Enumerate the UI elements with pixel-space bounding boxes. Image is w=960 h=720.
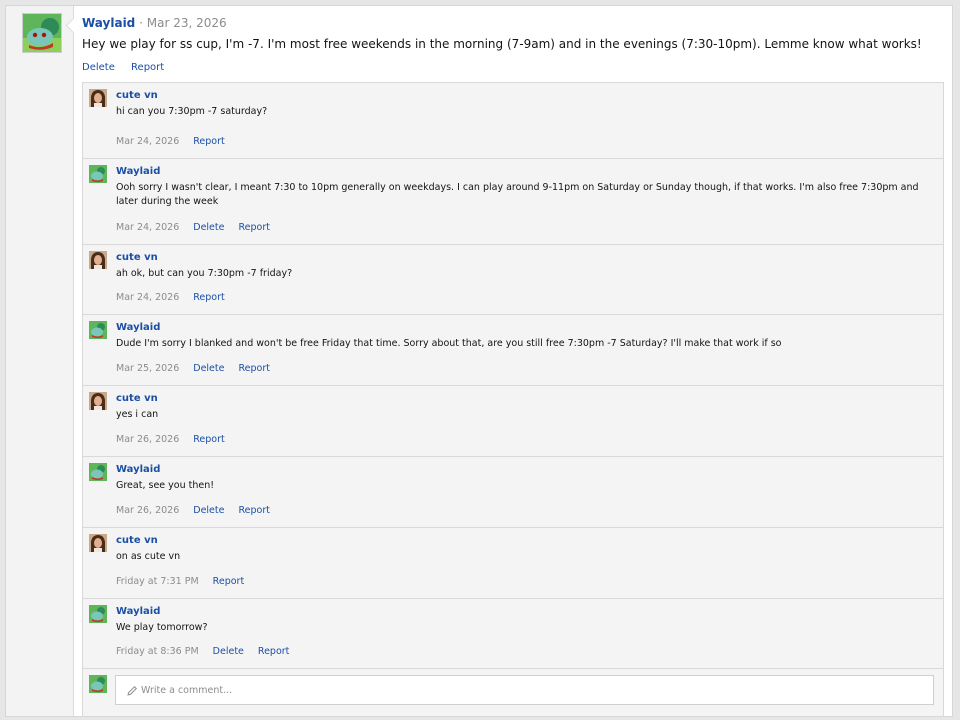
comment-date[interactable]: Mar 25, 2026 xyxy=(116,363,179,374)
comment-meta: Mar 26, 2026 Delete Report xyxy=(116,505,284,516)
comment-input[interactable]: Write a comment... xyxy=(115,675,934,705)
comment-author[interactable]: cute vn xyxy=(116,393,158,404)
comment-item: cute vn hi can you 7:30pm -7 saturday? Mar… xyxy=(83,83,943,159)
report-link[interactable]: Report xyxy=(193,434,225,445)
comment-text: on as cute vn xyxy=(116,551,181,562)
comment-author[interactable]: cute vn xyxy=(116,252,158,263)
comment-meta: Mar 26, 2026 Report xyxy=(116,434,239,445)
comment-author[interactable]: Waylaid xyxy=(116,166,160,177)
post-author-name[interactable]: Waylaid xyxy=(82,16,135,30)
post-actions: Delete Report xyxy=(82,62,177,73)
comment-meta: Mar 24, 2026 Report xyxy=(116,292,239,303)
comment-date[interactable]: Friday at 7:31 PM xyxy=(116,576,199,587)
comment-text: hi can you 7:30pm -7 saturday? xyxy=(116,106,268,117)
bulbasaur-avatar[interactable] xyxy=(89,605,107,623)
comment-item: Waylaid We play tomorrow? Friday at 8:36 P… xyxy=(83,599,943,669)
comment-text: We play tomorrow? xyxy=(116,622,208,633)
report-link[interactable]: Report xyxy=(131,62,164,73)
report-link[interactable]: Report xyxy=(238,505,270,516)
comment-meta: Friday at 8:36 PM Delete Report xyxy=(116,646,303,657)
report-link[interactable]: Report xyxy=(213,576,245,587)
report-link[interactable]: Report xyxy=(258,646,290,657)
report-link[interactable]: Report xyxy=(193,136,225,147)
comment-list: cute vn hi can you 7:30pm -7 saturday? Mar… xyxy=(82,82,944,717)
post-sidebar xyxy=(6,6,74,716)
comment-date[interactable]: Mar 26, 2026 xyxy=(116,505,179,516)
comment-meta: Friday at 7:31 PM Report xyxy=(116,576,258,587)
bulbasaur-avatar[interactable] xyxy=(89,165,107,183)
report-link[interactable]: Report xyxy=(193,292,225,303)
comment-author[interactable]: Waylaid xyxy=(116,606,160,617)
comment-meta: Mar 24, 2026 Delete Report xyxy=(116,222,284,233)
post-author-avatar[interactable] xyxy=(22,13,62,53)
comment-meta: Mar 24, 2026 Report xyxy=(116,136,239,147)
post-header: Waylaid · Mar 23, 2026 xyxy=(82,16,227,30)
comment-item: cute vn on as cute vn Friday at 7:31 PM Rep… xyxy=(83,528,943,599)
post-message: Hey we play for ss cup, I'm -7. I'm most… xyxy=(82,37,922,51)
comment-text: Dude I'm sorry I blanked and won't be fr… xyxy=(116,338,782,349)
comment-placeholder: Write a comment... xyxy=(141,685,233,696)
comment-text: yes i can xyxy=(116,409,159,420)
comment-item: cute vn yes i can Mar 26, 2026 Report xyxy=(83,386,943,457)
delete-link[interactable]: Delete xyxy=(82,62,115,73)
girl-avatar[interactable] xyxy=(89,251,107,269)
comment-author[interactable]: cute vn xyxy=(116,90,158,101)
comment-item: Waylaid Ooh sorry I wasn't clear, I meant… xyxy=(83,159,943,245)
comment-text: ah ok, but can you 7:30pm -7 friday? xyxy=(116,268,293,279)
comment-author[interactable]: cute vn xyxy=(116,535,158,546)
report-link[interactable]: Report xyxy=(238,363,270,374)
comment-item: cute vn ah ok, but can you 7:30pm -7 frid… xyxy=(83,245,943,315)
comment-date[interactable]: Mar 24, 2026 xyxy=(116,292,179,303)
comment-composer: Write a comment... xyxy=(83,669,943,716)
comment-item: Waylaid Great, see you then! Mar 26, 2026 D… xyxy=(83,457,943,528)
comment-meta: Mar 25, 2026 Delete Report xyxy=(116,363,284,374)
bulbasaur-avatar-icon xyxy=(89,675,107,693)
report-link[interactable]: Report xyxy=(238,222,270,233)
comment-date[interactable]: Mar 24, 2026 xyxy=(116,136,179,147)
comment-date[interactable]: Friday at 8:36 PM xyxy=(116,646,199,657)
profile-post-frame: Waylaid · Mar 23, 2026 Hey we play for s… xyxy=(5,5,953,717)
delete-link[interactable]: Delete xyxy=(193,363,224,374)
girl-avatar[interactable] xyxy=(89,534,107,552)
girl-avatar[interactable] xyxy=(89,392,107,410)
comment-date[interactable]: Mar 26, 2026 xyxy=(116,434,179,445)
header-separator: · xyxy=(139,16,143,30)
comment-text: Ooh sorry I wasn't clear, I meant 7:30 t… xyxy=(116,182,919,207)
comment-author[interactable]: Waylaid xyxy=(116,464,160,475)
comment-author[interactable]: Waylaid xyxy=(116,322,160,333)
girl-avatar[interactable] xyxy=(89,89,107,107)
comment-item: Waylaid Dude I'm sorry I blanked and won'… xyxy=(83,315,943,386)
bulbasaur-avatar[interactable] xyxy=(89,463,107,481)
delete-link[interactable]: Delete xyxy=(193,505,224,516)
delete-link[interactable]: Delete xyxy=(213,646,244,657)
comment-date[interactable]: Mar 24, 2026 xyxy=(116,222,179,233)
pencil-icon xyxy=(127,685,138,696)
bulbasaur-avatar[interactable] xyxy=(89,321,107,339)
post-date[interactable]: Mar 23, 2026 xyxy=(147,16,227,30)
bulbasaur-avatar-icon xyxy=(23,14,61,52)
delete-link[interactable]: Delete xyxy=(193,222,224,233)
viewer-avatar[interactable] xyxy=(89,675,107,693)
comment-text: Great, see you then! xyxy=(116,480,215,491)
